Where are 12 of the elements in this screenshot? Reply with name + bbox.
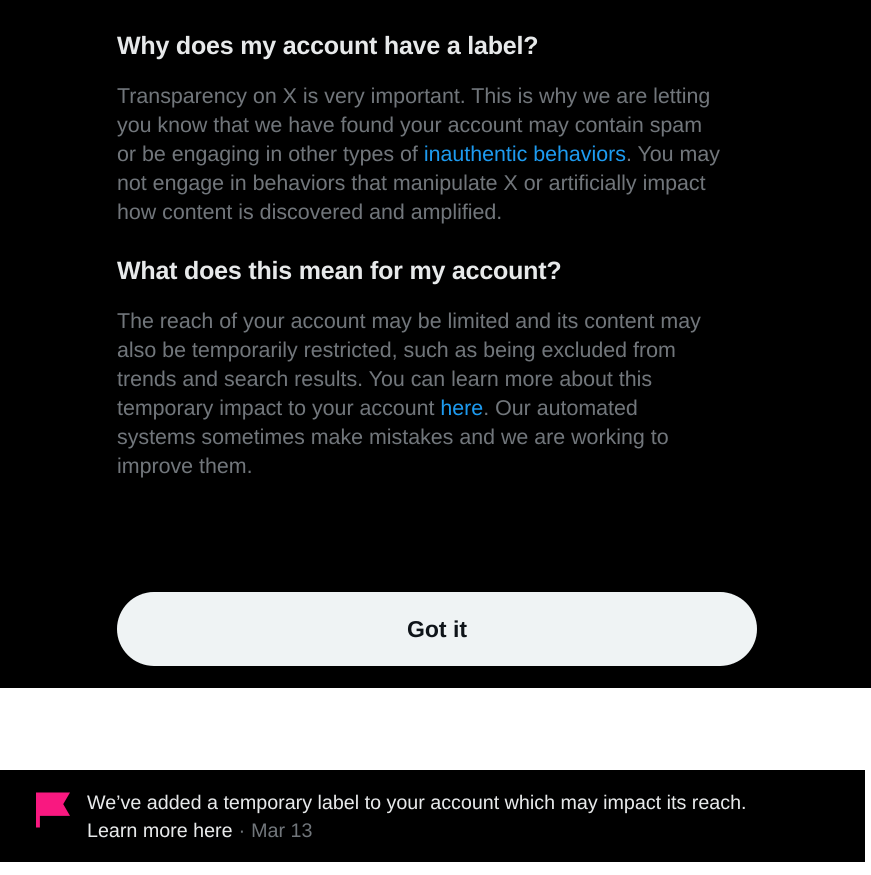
notice-date: Mar 13 — [251, 819, 312, 844]
section-heading: What does this mean for my account? — [117, 256, 562, 287]
notice-message: We’ve added a temporary label to your account which may impact its reach. — [87, 791, 746, 816]
section-paragraph: The reach of your account may be limited and its content may also be temporarily restricted, such as being excluded from trends and search results. You can learn more about this temporary impact to your account here. Our automated systems sometimes make mistakes and we are working to improve them. — [117, 308, 702, 480]
section-heading: Why does my account have a label? — [117, 31, 540, 62]
inline-link[interactable]: here — [440, 396, 484, 420]
got-it-button[interactable]: Got it — [117, 592, 757, 666]
separator-dot: · — [238, 819, 246, 844]
inline-link[interactable]: inauthentic behaviors — [424, 142, 626, 166]
learn-more-link[interactable]: Learn more here — [87, 817, 233, 845]
flag-icon — [36, 792, 71, 828]
section-paragraph: Transparency on X is very important. This is why we are letting you know that we have found your account may contain spam or be engaging in other types of inauthentic behaviors. You may not engage in behaviors that manipulate X or artificially impact how content is discovered and amplified. — [117, 83, 720, 226]
